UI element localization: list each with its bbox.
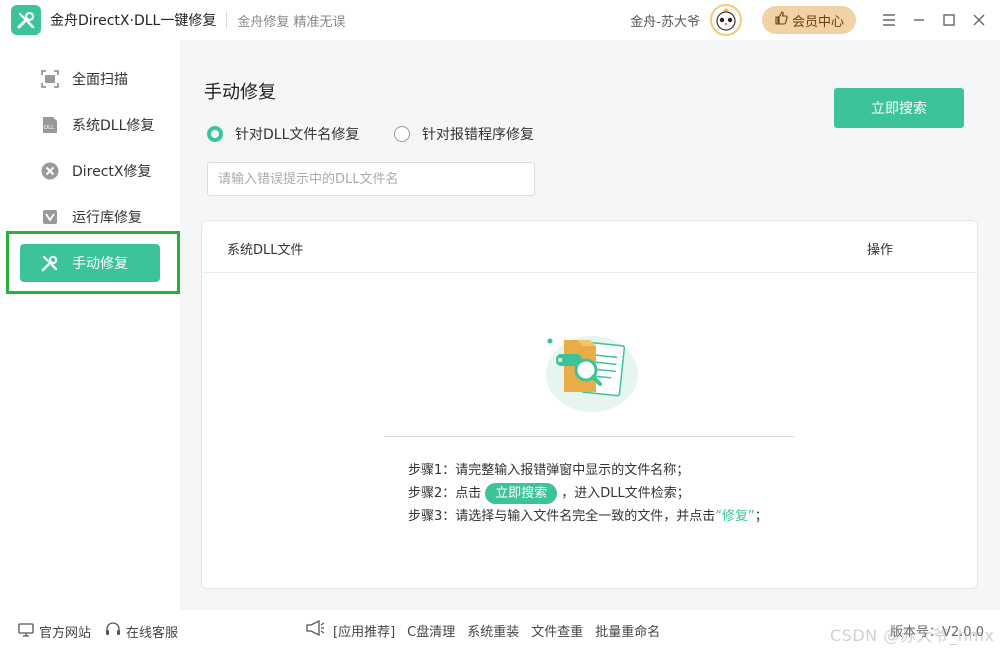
app-logo-icon: [11, 5, 41, 35]
online-service-link[interactable]: 在线客服: [105, 622, 178, 641]
csdn-watermark: CSDN @苏大爷_hmx: [830, 626, 995, 645]
footer-app-links: [应用推荐] C盘清理 系统重装 文件查重 批量重命名: [305, 610, 660, 650]
footer-bar: 官方网站 在线客服 [应用推荐] C盘清理 系统重装 文件查重 批量重命名 版本…: [0, 610, 1000, 650]
monitor-icon: [18, 622, 34, 641]
step-2-suffix: ，进入DLL文件检索；: [561, 486, 690, 501]
radio-selected-indicator: [207, 126, 223, 142]
maximize-icon[interactable]: [934, 0, 964, 40]
footer-link-duplicate-files[interactable]: 文件查重: [531, 621, 583, 640]
dll-filename-input[interactable]: [207, 162, 535, 196]
official-site-link[interactable]: 官方网站: [18, 622, 91, 641]
app-slogan: 金舟修复 精准无误: [237, 14, 346, 30]
user-name[interactable]: 金舟-苏大爷: [630, 11, 700, 30]
vip-label: 会员中心: [791, 14, 844, 30]
footer-link-disk-cleanup[interactable]: C盘清理: [407, 621, 455, 640]
table-header: 系统DLL文件 操作: [202, 221, 977, 273]
thumbs-up-icon: [774, 11, 788, 29]
steps-divider: [384, 436, 795, 437]
radio-label: 针对DLL文件名修复: [235, 127, 360, 143]
step-3-fix-label: “修复”: [715, 509, 755, 524]
sidebar-item-label: 系统DLL修复: [72, 118, 155, 134]
runtime-icon: [40, 207, 60, 227]
sidebar-item-label: 运行库修复: [72, 210, 142, 226]
step-3: 步骤3：请选择与输入文件名完全一致的文件，并点击“修复”；: [408, 505, 768, 528]
sidebar-item-system-dll[interactable]: DLL 系统DLL修复: [20, 106, 160, 144]
page-title: 手动修复: [204, 82, 276, 103]
step-3-suffix: ；: [754, 509, 768, 524]
official-site-label: 官方网站: [39, 626, 92, 641]
sidebar-item-label: DirectX修复: [72, 164, 152, 180]
main-panel: 手动修复 立即搜索 针对DLL文件名修复 针对报错程序修复 系统DLL文件 操作: [180, 40, 1000, 610]
search-now-button[interactable]: 立即搜索: [834, 88, 964, 128]
title-divider: [226, 11, 228, 29]
sidebar-item-label: 手动修复: [72, 256, 128, 272]
footer-link-batch-rename[interactable]: 批量重命名: [595, 621, 660, 640]
step-2-prefix: 步骤2：点击: [408, 486, 482, 501]
radio-error-program[interactable]: 针对报错程序修复: [394, 124, 534, 144]
minimize-icon[interactable]: [904, 0, 934, 40]
title-bar: 金舟DirectX·DLL一键修复 金舟修复 精准无误 金舟-苏大爷 会员中心: [0, 0, 1000, 40]
menu-icon[interactable]: [874, 0, 904, 40]
avatar[interactable]: [709, 4, 742, 36]
empty-state-illustration: [542, 326, 642, 420]
column-header-action: 操作: [867, 243, 894, 258]
headset-icon: [105, 622, 121, 641]
dll-results-table: 系统DLL文件 操作 步骤1：请完整输入报错弹窗中显示的文件名称； 步骤2：点击…: [201, 220, 978, 589]
online-service-label: 在线客服: [126, 626, 179, 641]
sidebar-item-label: 全面扫描: [72, 72, 128, 88]
app-title: 金舟DirectX·DLL一键修复: [50, 13, 217, 29]
instruction-steps: 步骤1：请完整输入报错弹窗中显示的文件名称； 步骤2：点击 立即搜索 ，进入DLL文…: [408, 459, 768, 528]
sidebar-item-full-scan[interactable]: 全面扫描: [20, 60, 160, 98]
vip-center-button[interactable]: 会员中心: [761, 6, 856, 34]
step-2: 步骤2：点击 立即搜索 ，进入DLL文件检索；: [408, 482, 768, 505]
column-header-dll-file: 系统DLL文件: [227, 243, 304, 258]
app-recommend-label: [应用推荐]: [333, 624, 396, 640]
step-search-button[interactable]: 立即搜索: [485, 483, 558, 504]
step-1: 步骤1：请完整输入报错弹窗中显示的文件名称；: [408, 463, 690, 478]
megaphone-icon: [305, 619, 325, 641]
radio-dll-filename[interactable]: 针对DLL文件名修复: [207, 124, 359, 144]
sidebar-item-manual-repair[interactable]: 手动修复: [20, 244, 160, 282]
wrench-icon: [40, 253, 60, 273]
footer-link-system-reinstall[interactable]: 系统重装: [467, 621, 519, 640]
scan-icon: [40, 69, 60, 89]
directx-icon: [40, 161, 60, 181]
close-icon[interactable]: [964, 0, 994, 40]
radio-unselected-indicator: [394, 126, 410, 142]
sidebar: 全面扫描 DLL 系统DLL修复 DirectX修复 运行库修复 手动修复: [0, 40, 180, 610]
sidebar-item-directx[interactable]: DirectX修复: [20, 152, 160, 190]
radio-label: 针对报错程序修复: [422, 127, 534, 143]
svg-text:DLL: DLL: [44, 125, 55, 131]
step-3-prefix: 步骤3：请选择与输入文件名完全一致的文件，并点击: [408, 509, 716, 524]
dll-icon: DLL: [40, 115, 60, 135]
